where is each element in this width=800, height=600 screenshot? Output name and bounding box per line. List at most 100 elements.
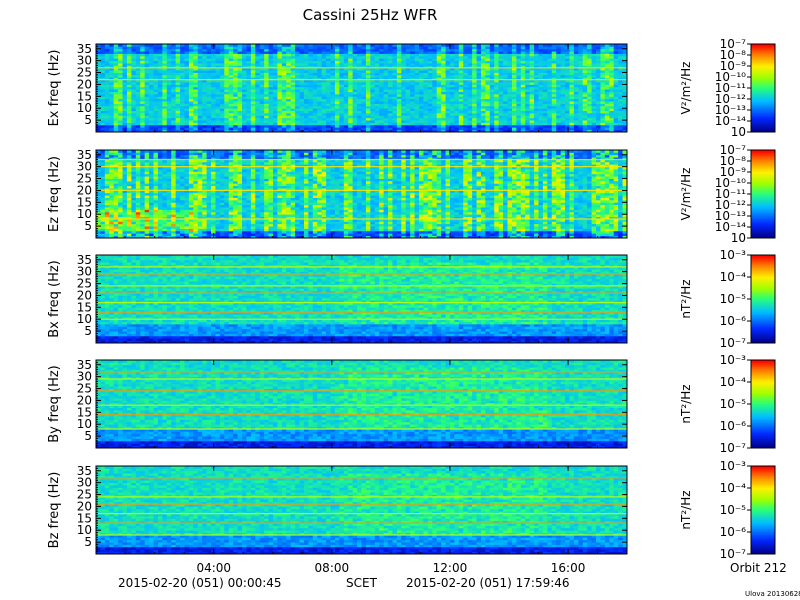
spectrogram-cell — [573, 103, 579, 107]
spectrogram-cell — [498, 72, 504, 76]
spectrogram-cell — [286, 89, 292, 92]
spectrogram-cell — [476, 74, 482, 78]
spectrogram-cell — [228, 48, 234, 52]
spectrogram-cell — [162, 55, 168, 59]
spectrogram-cell — [454, 110, 460, 114]
spectrogram-cell — [463, 53, 469, 57]
spectrogram-cell — [379, 105, 385, 109]
spectrogram-cell — [609, 48, 615, 52]
spectrogram-cell — [503, 72, 508, 76]
spectrogram-cell — [233, 72, 238, 76]
spectrogram-cell — [100, 211, 106, 215]
spectrogram-cell — [326, 48, 331, 52]
spectrogram-cell — [441, 120, 446, 123]
spectrogram-cell — [480, 84, 486, 88]
spectrogram-cell — [109, 173, 115, 177]
spectrogram-cell — [388, 122, 393, 126]
spectrogram-cell — [498, 105, 504, 109]
spectrogram-cell — [135, 207, 141, 210]
spectrogram-cell — [454, 48, 460, 52]
spectrogram-cell — [582, 124, 588, 128]
spectrogram-cell — [489, 72, 495, 76]
spectrogram-cell — [122, 74, 128, 78]
spectrogram-cell — [166, 51, 172, 54]
spectrogram-cell — [233, 124, 238, 128]
spectrogram-cell — [166, 82, 172, 85]
spectrogram-cell — [361, 122, 367, 126]
spectrogram-cell — [290, 53, 296, 57]
spectrogram-cell — [458, 101, 464, 104]
spectrogram-cell — [441, 101, 446, 104]
spectrogram-cell — [529, 98, 535, 102]
spectrogram-cell — [520, 117, 526, 121]
spectrogram-cell — [326, 46, 331, 50]
spectrogram-cell — [157, 91, 163, 95]
spectrogram-cell — [126, 127, 132, 131]
spectrogram-cell — [542, 89, 548, 92]
spectrogram-cell — [317, 127, 323, 131]
spectrogram-cell — [525, 110, 531, 114]
spectrogram-cell — [144, 124, 150, 128]
spectrogram-cell — [573, 105, 579, 109]
spectrogram-cell — [109, 115, 115, 119]
spectrogram-cell — [100, 207, 106, 210]
spectrogram-cell — [295, 70, 300, 73]
spectrogram-cell — [242, 96, 247, 100]
spectrogram-cell — [153, 124, 159, 128]
spectrogram-cell — [507, 86, 513, 90]
spectrogram-cell — [529, 124, 535, 128]
spectrogram-cell — [529, 91, 535, 95]
spectrogram-cell — [126, 91, 132, 95]
spectrogram-cell — [166, 108, 172, 111]
spectrogram-cell — [525, 63, 531, 66]
spectrogram-cell — [171, 74, 177, 78]
spectrogram-cell — [401, 46, 407, 50]
spectrogram-cell — [118, 173, 123, 177]
spectrogram-cell — [494, 117, 500, 121]
spectrogram-cell — [401, 105, 407, 109]
spectrogram-cell — [582, 103, 588, 107]
spectrogram-cell — [401, 112, 407, 116]
spectrogram-cell — [596, 110, 601, 114]
spectrogram-cell — [472, 48, 477, 52]
spectrogram-cell — [604, 70, 610, 73]
spectrogram-cell — [467, 110, 473, 114]
spectrogram-cell — [604, 124, 610, 128]
spectrogram-cell — [197, 93, 203, 97]
spectrogram-cell — [388, 96, 393, 100]
spectrogram-cell — [573, 122, 579, 126]
spectrogram-cell — [308, 101, 314, 104]
spectrogram-cell — [374, 96, 380, 100]
spectrogram-cell — [427, 115, 433, 119]
spectrogram-cell — [578, 115, 584, 119]
spectrogram-cell — [516, 110, 522, 114]
spectrogram-cell — [551, 115, 557, 119]
spectrogram-cell — [308, 70, 314, 73]
spectrogram-cell — [100, 230, 106, 234]
spectrogram-cell — [286, 105, 292, 109]
spectrogram-cell — [361, 124, 367, 128]
spectrogram-cell — [250, 93, 256, 97]
spectrogram-cell — [122, 58, 128, 62]
spectrogram-cell — [131, 171, 137, 175]
spectrogram-cell — [122, 226, 128, 229]
spectrogram-cell — [118, 120, 123, 123]
spectrogram-cell — [135, 93, 141, 97]
spectrogram-cell — [153, 117, 159, 121]
spectrogram-cell — [109, 169, 115, 172]
spectrogram-cell — [157, 58, 163, 62]
spectrogram-cell — [370, 63, 376, 66]
spectrogram-cell — [206, 60, 212, 64]
spectrogram-cell — [268, 48, 274, 52]
spectrogram-cell — [228, 72, 234, 76]
spectrogram-cell — [467, 84, 473, 88]
spectrogram-cell — [250, 108, 256, 111]
spectrogram-cell — [480, 82, 486, 85]
spectrogram-cell — [374, 51, 380, 54]
spectrogram-cell — [410, 91, 416, 95]
spectrogram-cell — [140, 192, 146, 196]
spectrogram-cell — [197, 46, 203, 50]
spectrogram-cell — [565, 120, 570, 123]
spectrogram-cell — [600, 46, 606, 50]
spectrogram-cell — [432, 115, 438, 119]
